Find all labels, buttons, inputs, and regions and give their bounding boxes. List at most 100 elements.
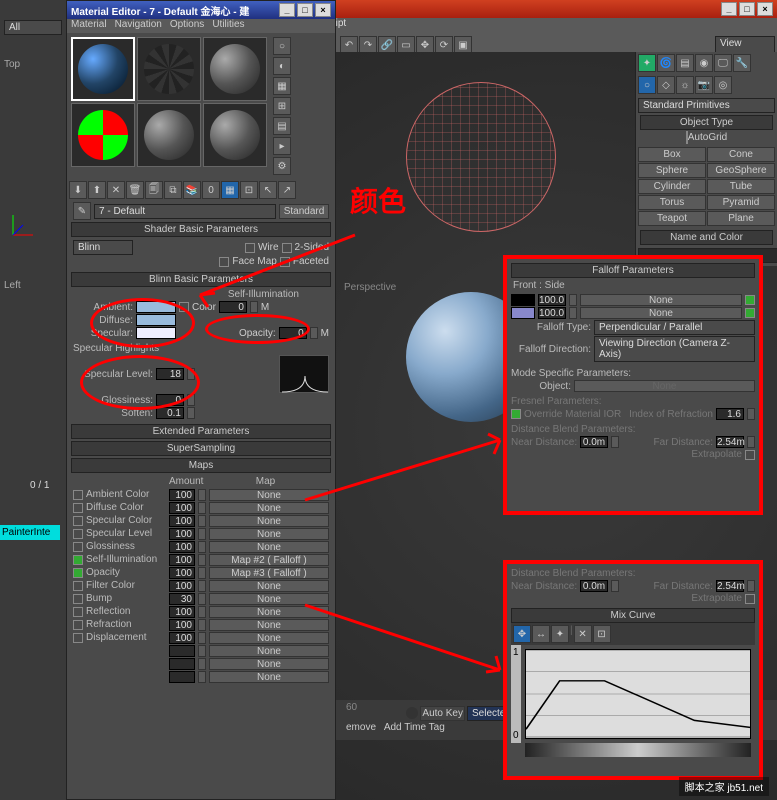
spin-icon[interactable] [187, 394, 195, 406]
falloff-map1-button[interactable]: None [580, 294, 742, 306]
me-menu-utilities[interactable]: Utilities [212, 19, 244, 33]
falloff-val1[interactable]: 100.0 [538, 294, 566, 306]
me-min-button[interactable]: _ [279, 3, 295, 17]
reset-curve-icon[interactable]: ⊡ [593, 625, 611, 643]
sample-slot-5[interactable] [137, 103, 201, 167]
primitive-category-dropdown[interactable]: Standard Primitives [638, 98, 775, 113]
map-check-6[interactable] [73, 568, 83, 578]
namecolor-rollout[interactable]: Name and Color [640, 230, 773, 245]
map-amount-3[interactable]: 100 [169, 528, 195, 540]
m-button[interactable]: M [261, 302, 269, 313]
map-check-4[interactable] [73, 542, 83, 552]
lights-icon[interactable]: ☼ [676, 76, 694, 94]
background-icon[interactable]: ▦ [273, 77, 291, 95]
speclevel-spinner[interactable]: 18 [156, 368, 184, 380]
map-check-1[interactable] [73, 503, 83, 513]
put-to-scene-icon[interactable]: ⬆ [88, 181, 106, 199]
me-max-button[interactable]: □ [297, 3, 313, 17]
prim-teapot-button[interactable]: Teapot [638, 211, 706, 226]
specular-swatch[interactable] [136, 327, 176, 339]
extended-rollout[interactable]: Extended Parameters [71, 424, 331, 439]
sample-slot-3[interactable] [203, 37, 267, 101]
sample-slot-4[interactable] [71, 103, 135, 167]
sample-uv-icon[interactable]: ⊞ [273, 97, 291, 115]
material-name-field[interactable]: 7 - Default [94, 204, 276, 219]
maximize-button[interactable]: □ [739, 2, 755, 16]
close-button[interactable]: × [757, 2, 773, 16]
map-slot-6[interactable]: Map #3 ( Falloff ) [209, 567, 329, 579]
spin-icon[interactable] [611, 580, 619, 592]
show-in-viewport-icon[interactable]: ▦ [221, 181, 239, 199]
filter-all[interactable]: All [4, 20, 62, 35]
map-slot-9[interactable]: None [209, 606, 329, 618]
map-slot-8[interactable]: None [209, 593, 329, 605]
spin-icon[interactable] [187, 368, 195, 380]
near-spinner[interactable]: 0.0m [580, 436, 608, 448]
video-check-icon[interactable]: ▤ [273, 117, 291, 135]
me-menu-material[interactable]: Material [71, 19, 107, 33]
prim-tube-button[interactable]: Tube [707, 179, 775, 194]
falloff-enable2-check[interactable] [745, 308, 755, 318]
go-sibling-icon[interactable]: ↗ [278, 181, 296, 199]
falloff-color1-swatch[interactable] [511, 294, 535, 306]
get-material-icon[interactable]: ⬇ [69, 181, 87, 199]
falloff-color2-swatch[interactable] [511, 307, 535, 319]
extra-map-button[interactable]: None [209, 658, 329, 670]
prim-cone-button[interactable]: Cone [707, 147, 775, 162]
mixcurve-rollout-head[interactable]: Mix Curve [511, 608, 755, 623]
prim-plane-button[interactable]: Plane [707, 211, 775, 226]
gloss-spinner[interactable]: 0 [156, 394, 184, 406]
far-spinner[interactable]: 2.54m [716, 436, 744, 448]
spin-icon[interactable] [198, 489, 206, 501]
maps-rollout[interactable]: Maps [71, 458, 331, 473]
put-library-icon[interactable]: 📚 [183, 181, 201, 199]
make-preview-icon[interactable]: ▸ [273, 137, 291, 155]
objtype-rollout[interactable]: Object Type [640, 115, 773, 130]
soften-spinner[interactable]: 0.1 [156, 407, 184, 419]
extra-map-button[interactable]: None [209, 645, 329, 657]
selfillum-spinner[interactable]: 0 [219, 301, 247, 313]
prim-torus-button[interactable]: Torus [638, 195, 706, 210]
map-check-2[interactable] [73, 516, 83, 526]
m-button[interactable]: M [321, 328, 329, 339]
key-icon[interactable] [406, 707, 418, 719]
sample-type-icon[interactable]: ○ [273, 37, 291, 55]
material-id-icon[interactable]: 0 [202, 181, 220, 199]
spin-icon[interactable] [611, 436, 619, 448]
map-amount-5[interactable]: 100 [169, 554, 195, 566]
opacity-spinner[interactable]: 0 [279, 327, 307, 339]
create-tab-icon[interactable]: ✦ [638, 54, 656, 72]
falloff-dir-dropdown[interactable]: Viewing Direction (Camera Z-Axis) [594, 336, 755, 362]
spin-icon[interactable] [310, 327, 318, 339]
falloff-type-dropdown[interactable]: Perpendicular / Parallel [594, 320, 755, 335]
pick-icon[interactable]: ✎ [73, 202, 91, 220]
map-amount-6[interactable]: 100 [169, 567, 195, 579]
go-parent-icon[interactable]: ↖ [259, 181, 277, 199]
shapes-icon[interactable]: ◇ [657, 76, 675, 94]
spin-icon[interactable] [250, 301, 258, 313]
spin-icon[interactable] [198, 606, 206, 618]
map-amount-9[interactable]: 100 [169, 606, 195, 618]
ior-spinner[interactable]: 1.6 [716, 408, 744, 420]
map-amount-10[interactable]: 100 [169, 619, 195, 631]
prim-sphere-button[interactable]: Sphere [638, 163, 706, 178]
falloff-enable1-check[interactable] [745, 295, 755, 305]
autokey-button[interactable]: Auto Key [420, 706, 465, 721]
spin-icon[interactable] [198, 515, 206, 527]
sample-slot-1[interactable] [71, 37, 135, 101]
override-ior-check[interactable] [511, 409, 521, 419]
map-slot-2[interactable]: None [209, 515, 329, 527]
spin-icon[interactable] [198, 619, 206, 631]
spin-icon[interactable] [569, 307, 577, 319]
me-menu-options[interactable]: Options [170, 19, 204, 33]
mix-curve-graph[interactable] [525, 649, 751, 739]
add-time-tag[interactable]: Add Time Tag [384, 722, 445, 733]
falloff-map2-button[interactable]: None [580, 307, 742, 319]
me-titlebar[interactable]: Material Editor - 7 - Default 金海心 - 建 _ … [67, 1, 335, 19]
map-check-7[interactable] [73, 581, 83, 591]
extrap2-check[interactable] [745, 594, 755, 604]
make-unique-icon[interactable]: ⧉ [164, 181, 182, 199]
spin-icon[interactable] [569, 294, 577, 306]
spin-icon[interactable] [747, 436, 755, 448]
shader-dropdown[interactable]: Blinn [73, 240, 133, 255]
